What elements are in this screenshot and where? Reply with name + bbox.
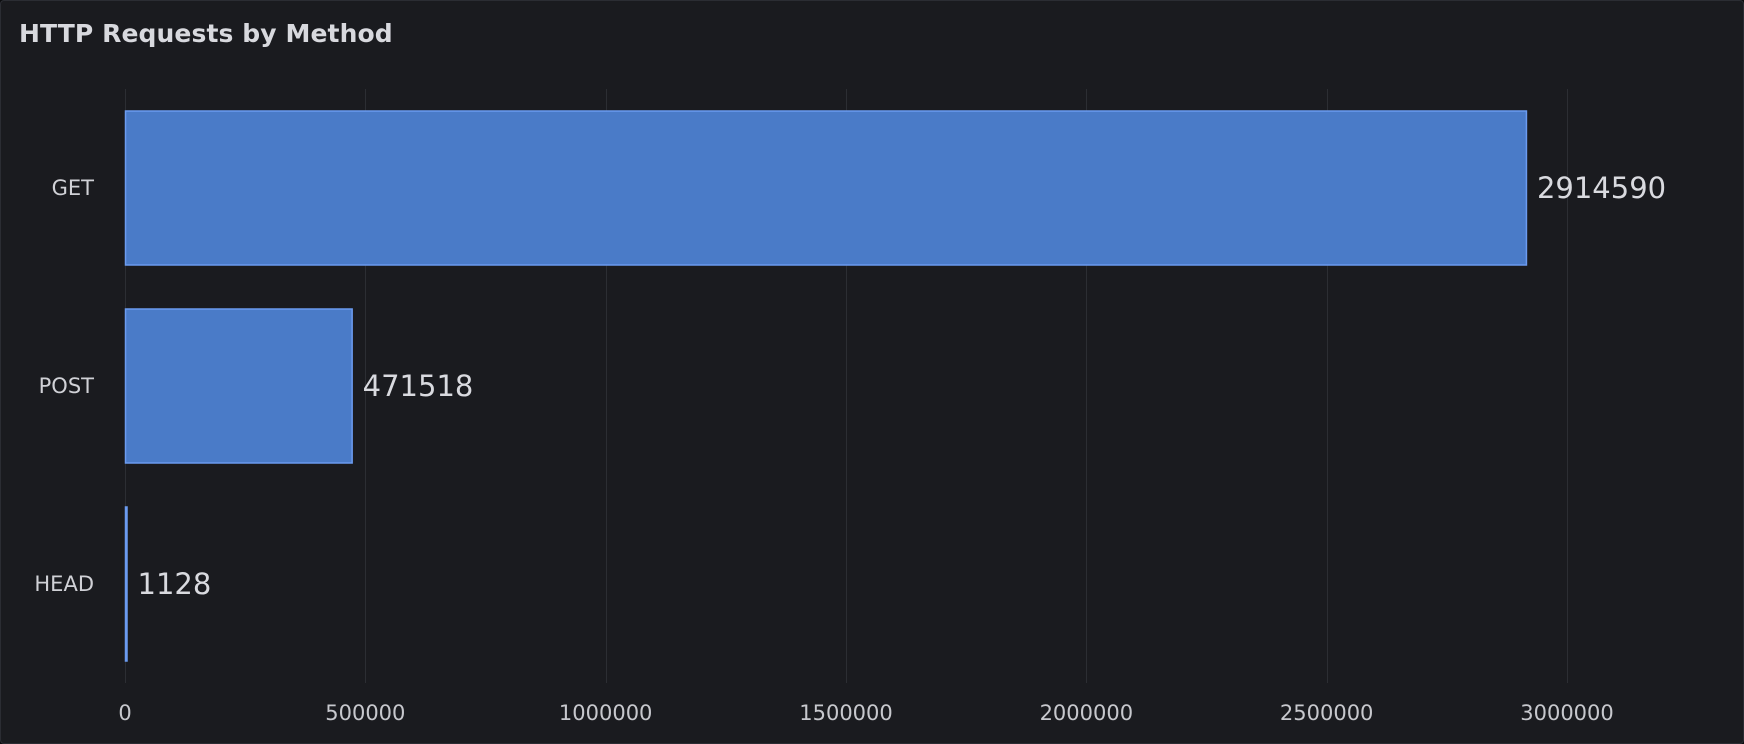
bars xyxy=(124,110,1528,662)
bar-get[interactable] xyxy=(124,110,1528,266)
bar-chart: GET POST HEAD 2914590 471518 1128 0 500000 100… xyxy=(34,89,1666,725)
category-labels: GET POST HEAD xyxy=(34,176,94,596)
x-tick-label: 0 xyxy=(118,701,131,725)
x-tick-label: 1000000 xyxy=(559,701,653,725)
category-label: HEAD xyxy=(34,572,94,596)
bar-head[interactable] xyxy=(124,506,128,662)
x-tick-label: 3000000 xyxy=(1520,701,1614,725)
x-tick-label: 2000000 xyxy=(1040,701,1134,725)
category-label: POST xyxy=(39,374,95,398)
x-tick-label: 1500000 xyxy=(799,701,893,725)
bar-post[interactable] xyxy=(124,308,353,464)
x-axis-tick-labels: 0 500000 1000000 1500000 2000000 2500000 30000… xyxy=(118,701,1613,725)
value-label: 471518 xyxy=(363,369,474,403)
value-label: 1128 xyxy=(138,567,212,601)
chart-panel: HTTP Requests by Method GET POST HEAD 2914… xyxy=(0,0,1744,744)
category-label: GET xyxy=(52,176,95,200)
x-tick-label: 500000 xyxy=(325,701,405,725)
x-tick-label: 2500000 xyxy=(1280,701,1374,725)
value-label: 2914590 xyxy=(1537,171,1666,205)
